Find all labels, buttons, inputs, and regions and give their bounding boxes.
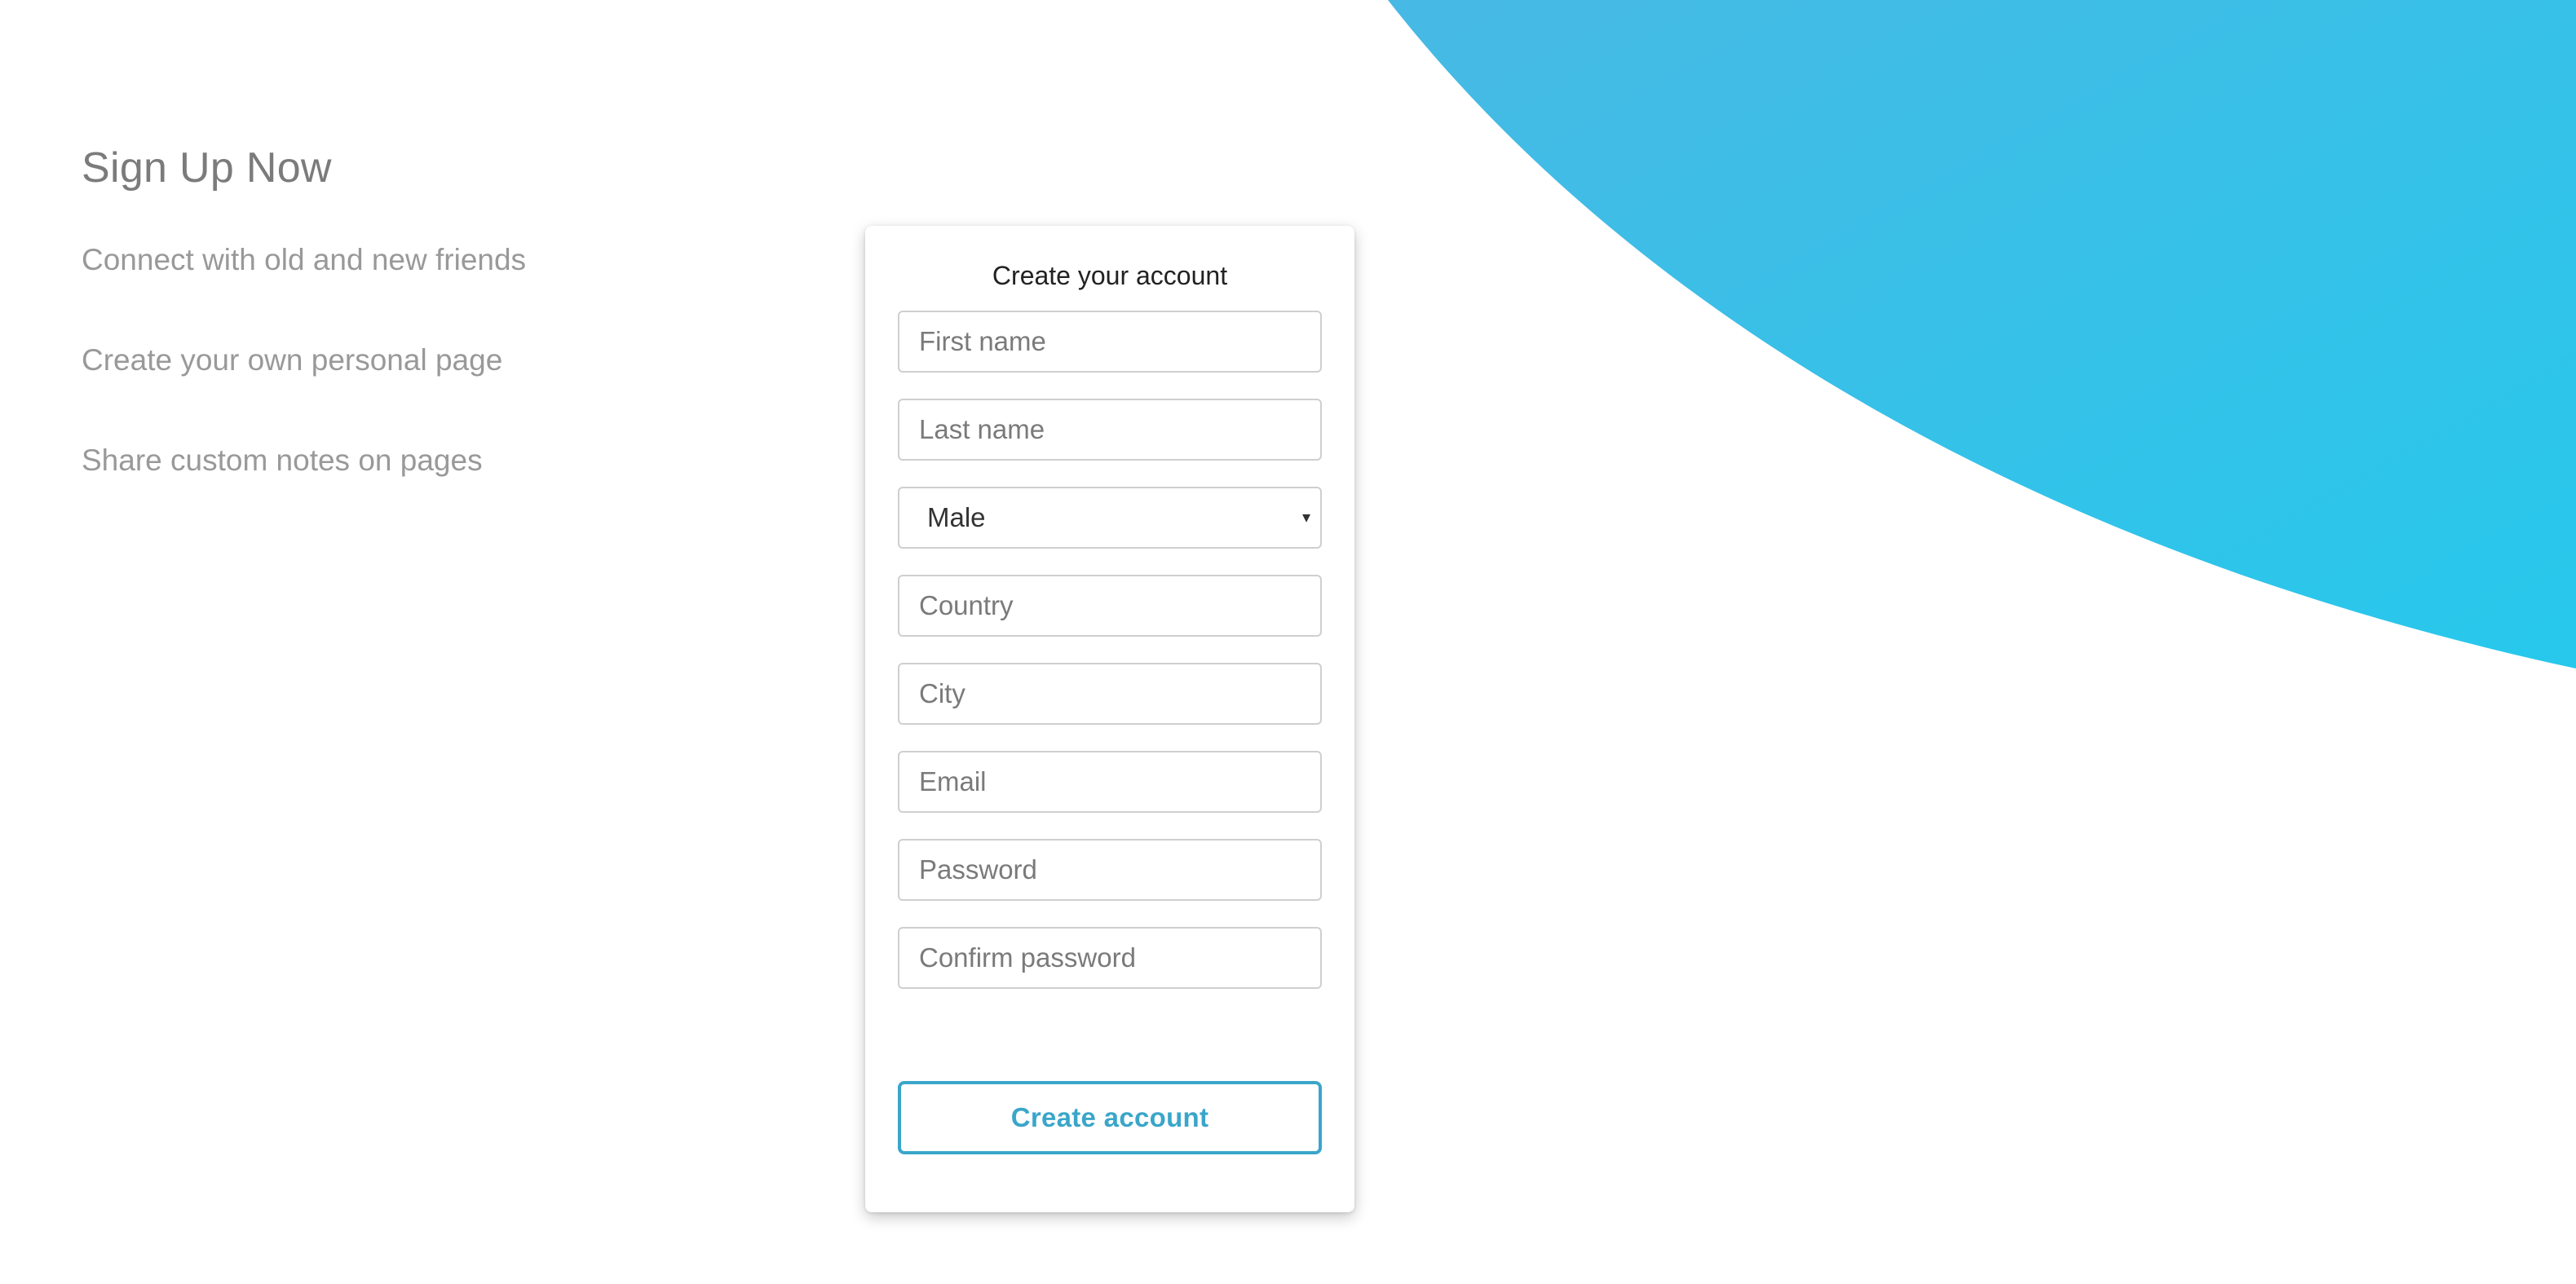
page-title: Sign Up Now (82, 144, 332, 192)
city-input[interactable] (898, 663, 1322, 725)
country-input[interactable] (898, 575, 1322, 637)
gender-select-value: Male (927, 502, 986, 532)
feature-item: Connect with old and new friends (82, 243, 527, 276)
password-input[interactable] (898, 839, 1322, 901)
caret-down-icon: ▾ (1301, 509, 1310, 527)
feature-list: Connect with old and new friends Create … (82, 240, 734, 481)
email-input[interactable] (898, 751, 1322, 813)
feature-item: Create your own personal page (82, 343, 503, 377)
gender-select[interactable]: Male ▾ (898, 487, 1322, 549)
signup-page: Sign Up Now Connect with old and new fri… (0, 0, 2576, 1284)
create-account-button[interactable]: Create account (898, 1081, 1322, 1154)
confirm-password-input[interactable] (898, 927, 1322, 989)
last-name-input[interactable] (898, 399, 1322, 461)
first-name-input[interactable] (898, 311, 1322, 373)
feature-item: Share custom notes on pages (82, 443, 483, 477)
form-title: Create your account (992, 261, 1228, 290)
signup-form-card: Create your account Male ▾ Create accoun… (865, 226, 1354, 1212)
intro-section: Sign Up Now Connect with old and new fri… (82, 139, 734, 541)
